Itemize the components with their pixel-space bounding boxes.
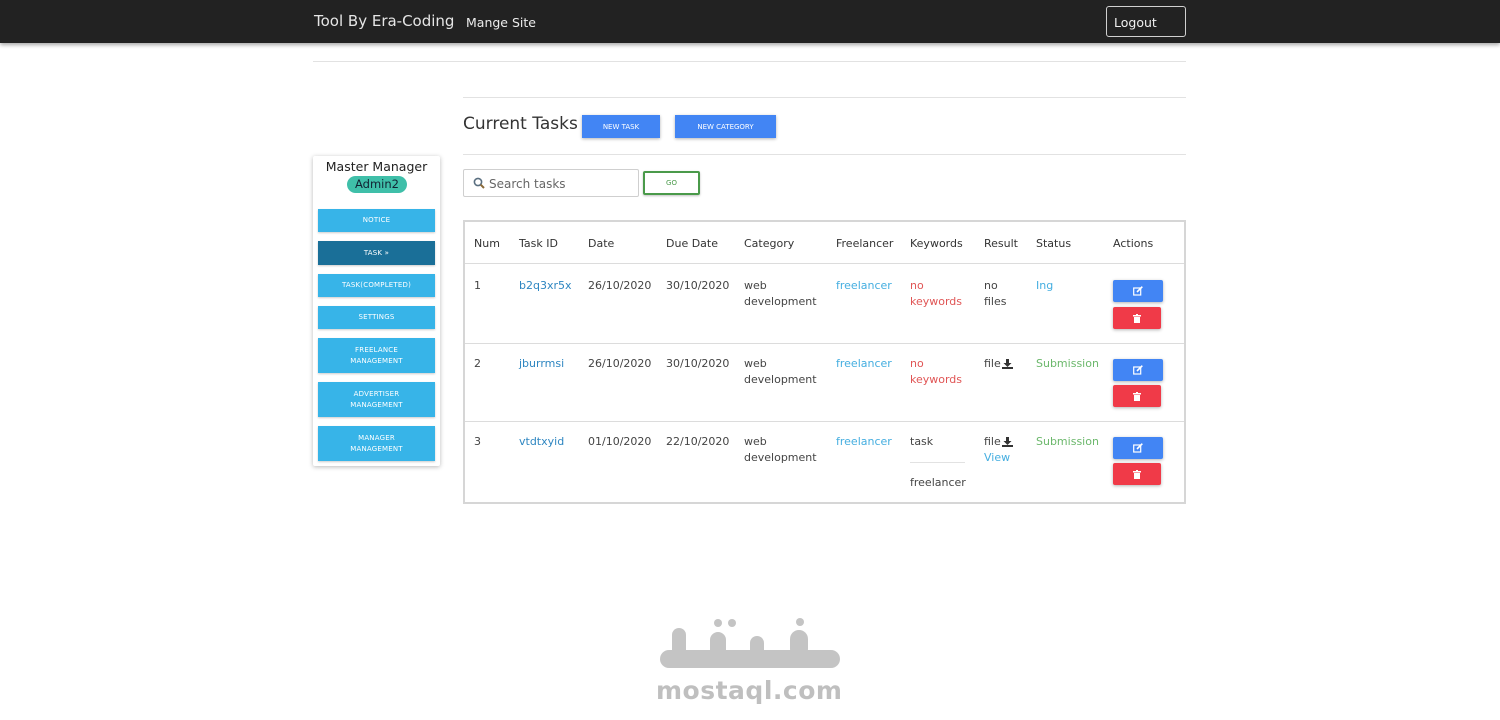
mostaql-watermark-logo	[660, 618, 840, 668]
trash-icon	[1133, 391, 1141, 401]
keyword-divider	[910, 462, 965, 463]
edit-icon	[1133, 365, 1143, 375]
task-result: file	[984, 435, 1001, 448]
sidebar-item-task-completed[interactable]: TASK(COMPLETED)	[318, 274, 435, 297]
status-text: Submission	[1036, 357, 1099, 370]
task-keyword: freelancer	[910, 476, 966, 489]
task-id-link[interactable]: jburrmsi	[519, 356, 564, 372]
task-due-date: 30/10/2020	[666, 357, 730, 370]
row-num: 3	[474, 435, 481, 448]
task-date: 01/10/2020	[588, 435, 652, 448]
sidebar-item-advertiser-management[interactable]: ADVERTISER MANAGEMENT	[318, 382, 435, 417]
new-category-button[interactable]: NEW CATEGORY	[675, 115, 776, 138]
divider	[313, 61, 1186, 62]
task-keywords: no keywords	[910, 279, 963, 308]
sidebar-item-notice[interactable]: NOTICE	[318, 209, 435, 232]
view-result-link[interactable]: View	[984, 450, 1010, 466]
row-num: 2	[474, 357, 481, 370]
task-date: 26/10/2020	[588, 279, 652, 292]
edit-icon	[1133, 286, 1143, 296]
edit-button[interactable]	[1113, 359, 1163, 381]
tasks-table: Num Task ID Date Due Date Category Freel…	[463, 220, 1186, 504]
trash-icon	[1133, 313, 1141, 323]
freelancer-link[interactable]: freelancer	[836, 278, 892, 294]
task-date: 26/10/2020	[588, 357, 652, 370]
go-button[interactable]: GO	[643, 171, 700, 195]
edit-icon	[1133, 443, 1143, 453]
download-icon[interactable]	[1002, 437, 1013, 447]
column-header: Actions	[1113, 237, 1154, 250]
freelancer-link[interactable]: freelancer	[836, 356, 892, 372]
search-box	[463, 169, 639, 197]
row-num: 1	[474, 279, 481, 292]
task-id-link[interactable]: vtdtxyid	[519, 434, 564, 450]
row-divider	[465, 421, 1184, 422]
status-text: Submission	[1036, 435, 1099, 448]
mostaql-watermark-text: mostaql.com	[656, 676, 843, 705]
sidebar-item-task[interactable]: TASK »	[318, 241, 435, 265]
task-keywords: no keywords	[910, 357, 963, 386]
task-result: no files	[984, 279, 1007, 308]
delete-button[interactable]	[1113, 307, 1161, 329]
column-header: Status	[1036, 237, 1072, 250]
column-header: Task ID	[519, 237, 558, 250]
task-keyword: task	[910, 435, 934, 448]
search-input[interactable]	[489, 174, 634, 194]
task-id-link[interactable]: b2q3xr5x	[519, 278, 572, 294]
sidebar: Master Manager Admin2 NOTICE TASK » TASK…	[313, 156, 440, 466]
divider	[463, 154, 1186, 155]
edit-button[interactable]	[1113, 437, 1163, 459]
column-header: Due Date	[666, 237, 718, 250]
task-category: web development	[744, 279, 817, 308]
delete-button[interactable]	[1113, 463, 1161, 485]
task-due-date: 30/10/2020	[666, 279, 730, 292]
download-icon[interactable]	[1002, 359, 1013, 369]
task-result: file	[984, 357, 1001, 370]
divider	[463, 97, 1186, 98]
task-category: web development	[744, 357, 817, 386]
sidebar-item-manager-management[interactable]: MANAGER MANAGEMENT	[318, 426, 435, 461]
column-header: Num	[474, 237, 500, 250]
sidebar-item-settings[interactable]: SETTINGS	[318, 306, 435, 329]
new-task-button[interactable]: NEW TASK	[582, 115, 660, 138]
page-title: Current Tasks	[463, 114, 578, 134]
top-navbar: Tool By Era-Coding Mange Site Logout	[0, 0, 1500, 43]
column-header: Freelancer	[836, 237, 894, 250]
task-category: web development	[744, 435, 817, 464]
manage-site-link[interactable]: Mange Site	[466, 15, 536, 30]
freelancer-link[interactable]: freelancer	[836, 434, 892, 450]
sidebar-title: Master Manager	[325, 159, 428, 174]
status-link[interactable]: Ing	[1036, 278, 1053, 294]
column-header: Date	[588, 237, 615, 250]
row-divider	[465, 343, 1184, 344]
user-badge: Admin2	[347, 176, 407, 193]
row-divider	[465, 263, 1184, 264]
search-icon	[473, 177, 485, 189]
sidebar-item-freelance-management[interactable]: FREELANCE MANAGEMENT	[318, 338, 435, 373]
logout-button[interactable]: Logout	[1106, 6, 1186, 37]
task-due-date: 22/10/2020	[666, 435, 730, 448]
edit-button[interactable]	[1113, 280, 1163, 302]
brand-title[interactable]: Tool By Era-Coding	[314, 12, 454, 30]
delete-button[interactable]	[1113, 385, 1161, 407]
trash-icon	[1133, 469, 1141, 479]
column-header: Result	[984, 237, 1018, 250]
column-header: Keywords	[910, 237, 963, 250]
column-header: Category	[744, 237, 795, 250]
